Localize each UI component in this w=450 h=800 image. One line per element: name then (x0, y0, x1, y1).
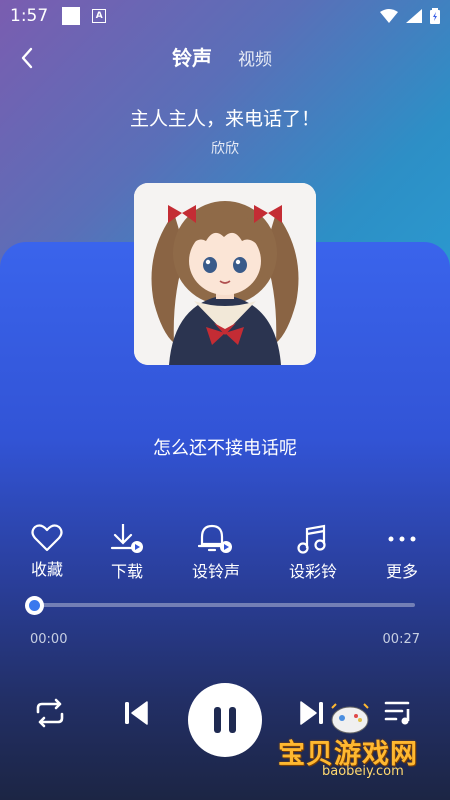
pause-icon (214, 707, 236, 733)
gamepad-mascot-icon (331, 703, 369, 734)
set-color-ring-button[interactable]: 设彩铃 (278, 524, 348, 582)
album-cover (134, 183, 316, 365)
lyric-line: 怎么还不接电话呢 (153, 438, 297, 459)
download-label: 下载 (110, 562, 143, 581)
a-notification-icon: A (92, 9, 107, 23)
action-row: 收藏 下载 设铃声 设彩铃 更多 (0, 524, 450, 584)
set-ringtone-button[interactable]: 设铃声 (181, 524, 251, 582)
signal-icon (406, 9, 422, 23)
set-color-ring-label: 设彩铃 (288, 562, 337, 581)
download-icon (110, 524, 143, 553)
tab-ringtone[interactable]: 铃声 (172, 42, 212, 71)
status-time: 1:57 (10, 6, 49, 26)
artist-name: 欣欣 (211, 141, 239, 157)
heart-icon (31, 524, 63, 552)
more-icon (388, 536, 416, 542)
notification-square-icon (62, 7, 81, 25)
status-bar: 1:57 A (0, 0, 450, 32)
battery-icon (430, 8, 440, 24)
watermark: 宝贝游戏网 baobeiy.com (278, 700, 448, 790)
header: 铃声 视频 (0, 38, 450, 78)
favorite-label: 收藏 (30, 560, 63, 579)
tab-video[interactable]: 视频 (238, 45, 272, 70)
back-arrow-icon[interactable] (16, 46, 40, 70)
total-time: 00:27 (382, 632, 420, 647)
download-button[interactable]: 下载 (92, 524, 162, 582)
more-label: 更多 (385, 562, 418, 581)
more-button[interactable]: 更多 (367, 524, 437, 582)
watermark-url: baobeiy.com (322, 764, 404, 779)
current-time: 00:00 (30, 632, 68, 647)
progress-track[interactable] (34, 603, 415, 607)
repeat-icon[interactable] (32, 698, 68, 728)
favorite-button[interactable]: 收藏 (12, 524, 82, 580)
previous-icon[interactable] (122, 699, 150, 727)
pause-button[interactable] (188, 683, 262, 757)
music-note-icon (297, 524, 326, 554)
bell-icon (198, 524, 232, 553)
set-ringtone-label: 设铃声 (191, 562, 240, 581)
song-title: 主人主人，来电话了！ (129, 108, 320, 130)
progress-knob[interactable] (25, 596, 44, 615)
wifi-icon (380, 9, 398, 23)
anime-girl-illustration (134, 183, 316, 365)
